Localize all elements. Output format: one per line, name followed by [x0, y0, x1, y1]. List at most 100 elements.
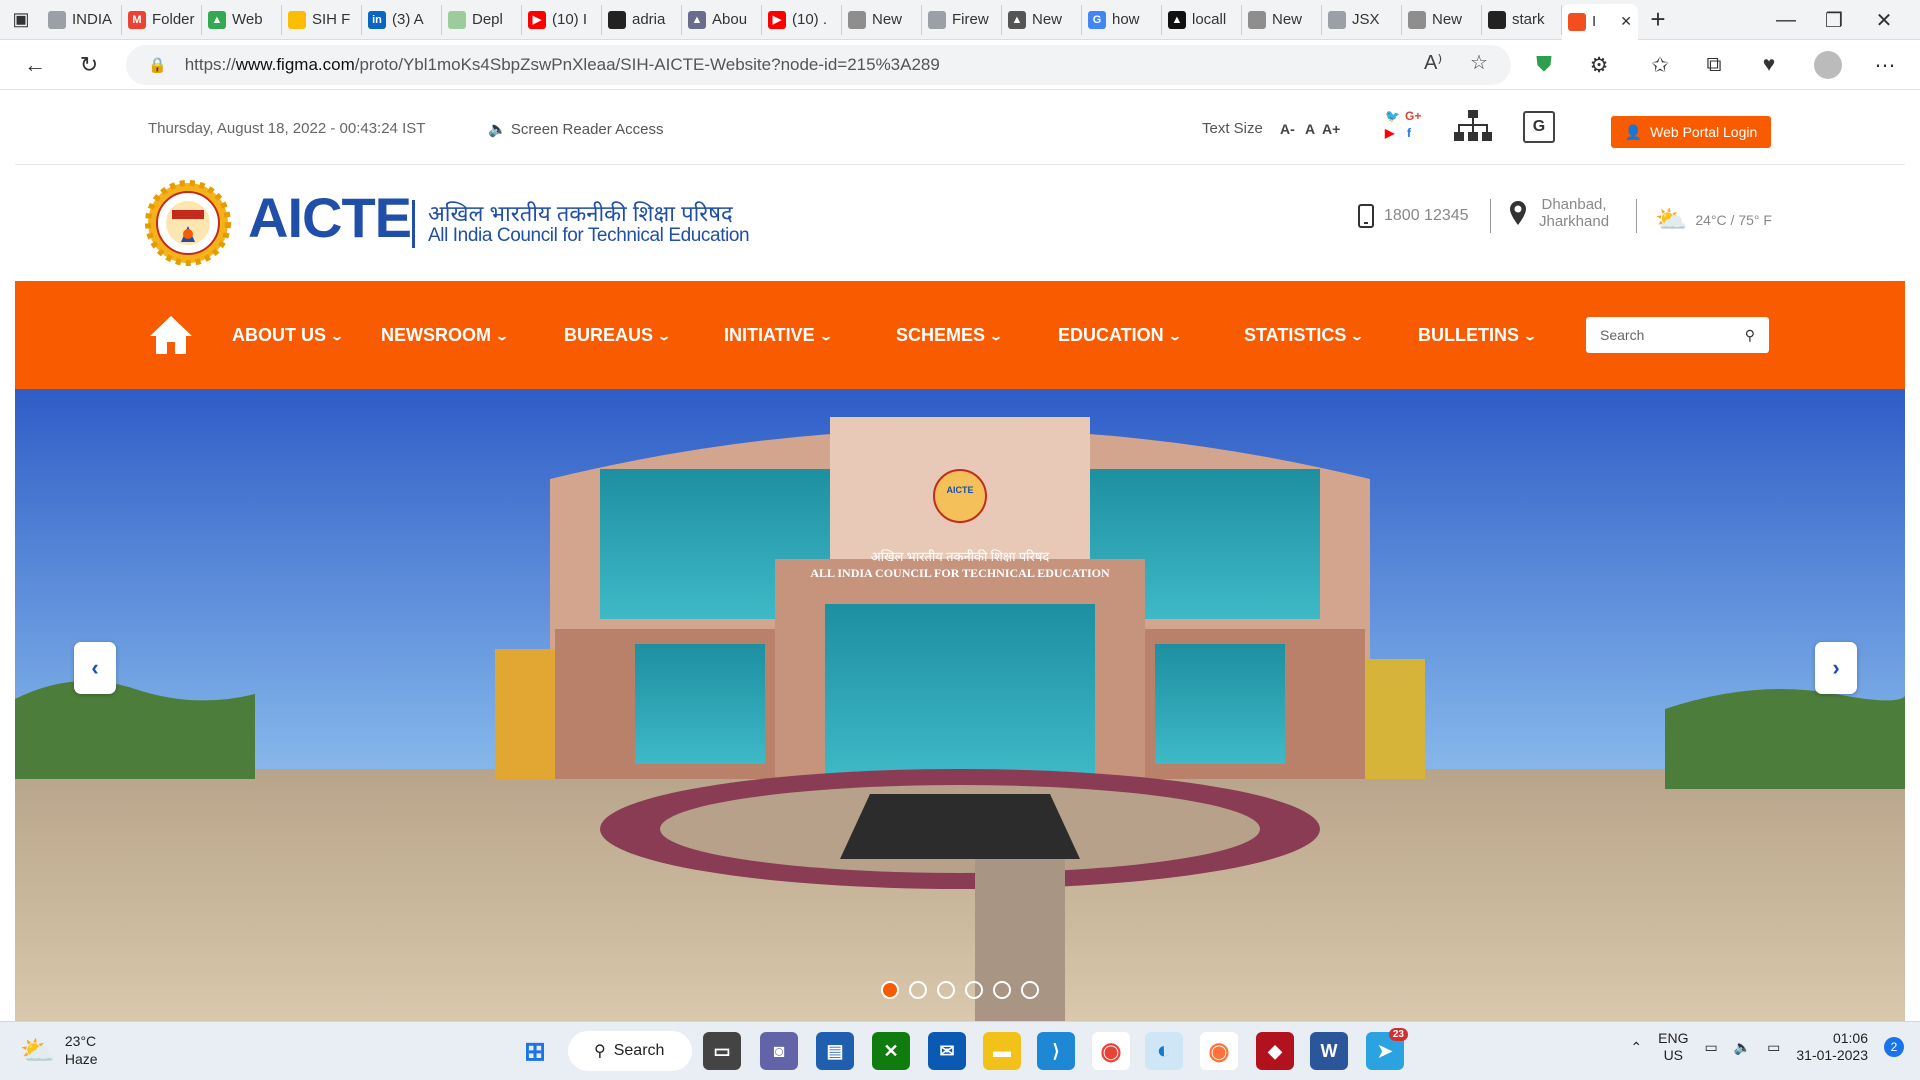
language-indicator[interactable]: ENG US [1658, 1030, 1688, 1064]
read-aloud-icon[interactable]: A⁾ [1424, 50, 1442, 75]
browser-tab[interactable]: ▲ locall [1162, 4, 1242, 35]
edge-icon[interactable]: ◐ [1145, 1032, 1183, 1070]
shield-extension-icon[interactable]: ⛊ [1527, 48, 1561, 82]
nav-about-us[interactable]: ABOUT US ⌄ [232, 325, 345, 346]
tab-favicon-icon [848, 10, 866, 29]
word-icon[interactable]: W [1310, 1032, 1348, 1070]
web-portal-login-button[interactable]: 👤 Web Portal Login [1611, 116, 1771, 148]
browser-tab[interactable]: New [1402, 4, 1482, 35]
close-tab-icon[interactable]: ✕ [1620, 13, 1632, 30]
teams-chat-icon[interactable]: ◙ [760, 1032, 798, 1070]
browser-tab[interactable]: adria [602, 4, 682, 35]
nav-bulletins[interactable]: BULLETINS ⌄ [1418, 325, 1538, 346]
google-plus-icon[interactable]: G+ [1405, 109, 1421, 123]
aicte-logo[interactable] [145, 180, 231, 266]
mail-icon[interactable]: ✉ [928, 1032, 966, 1070]
screen-reader-link[interactable]: 🔈 Screen Reader Access [488, 120, 663, 138]
store-icon[interactable]: ▤ [816, 1032, 854, 1070]
xbox-icon[interactable]: ✕ [872, 1032, 910, 1070]
nav-newsroom[interactable]: NEWSROOM ⌄ [381, 325, 510, 346]
add-favorite-icon[interactable]: ☆ [1470, 50, 1488, 75]
text-size-decrease[interactable]: A- [1280, 121, 1295, 137]
close-window-button[interactable]: ✕ [1856, 0, 1912, 40]
browser-tab[interactable]: in (3) A [362, 4, 442, 35]
hero-sign-hindi: अखिल भारतीय तकनीकी शिक्षा परिषद [871, 549, 1051, 564]
home-icon[interactable] [148, 314, 194, 356]
taskbar-search[interactable]: ⚲ Search [568, 1031, 692, 1071]
favorites-icon[interactable]: ✩ [1643, 48, 1677, 82]
notification-badge[interactable]: 2 [1884, 1037, 1904, 1057]
browser-tab[interactable]: stark [1482, 4, 1562, 35]
nav-schemes[interactable]: SCHEMES ⌄ [896, 325, 1004, 346]
carousel-dot[interactable] [965, 981, 983, 999]
tab-favicon-icon: ▲ [208, 10, 226, 29]
carousel-dot[interactable] [909, 981, 927, 999]
sitemap-icon[interactable] [1453, 109, 1493, 143]
browser-tab[interactable]: M Folder [122, 4, 202, 35]
nav-bureaus[interactable]: BUREAUS ⌄ [564, 325, 672, 346]
social-icons[interactable]: 🐦 G+ ▶ f [1385, 109, 1425, 143]
tab-favicon-icon [608, 10, 626, 29]
file-explorer-icon[interactable]: ▬ [983, 1032, 1021, 1070]
browser-tab[interactable]: New [1242, 4, 1322, 35]
reload-button[interactable]: ↻ [64, 40, 114, 90]
helpline[interactable]: 1800 12345 [1358, 204, 1469, 228]
translate-icon[interactable]: G [1523, 111, 1555, 143]
carousel-next-button[interactable]: › [1815, 642, 1857, 694]
profile-avatar[interactable] [1811, 48, 1845, 82]
nav-education[interactable]: EDUCATION ⌄ [1058, 325, 1182, 346]
task-view-icon[interactable]: ▭ [703, 1032, 741, 1070]
browser-tab[interactable]: Depl [442, 4, 522, 35]
text-size-normal[interactable]: A [1305, 121, 1315, 137]
url-field[interactable]: 🔒 https://www.figma.com/proto/Ybl1moKs4S… [126, 45, 1511, 85]
browser-tab[interactable]: ▶ (10) . [762, 4, 842, 35]
vscode-icon[interactable]: ⟩ [1037, 1032, 1075, 1070]
carousel-dot[interactable] [937, 981, 955, 999]
performance-icon[interactable]: ♥ [1752, 48, 1786, 82]
tab-actions-icon[interactable]: ▣ [0, 0, 42, 40]
nav-initiative[interactable]: INITIATIVE ⌄ [724, 325, 833, 346]
facebook-icon[interactable]: f [1407, 126, 1411, 140]
telegram-icon[interactable]: ➤ 23 [1366, 1028, 1408, 1070]
chevron-up-icon[interactable]: ⌃ [1630, 1039, 1642, 1056]
carousel-dot[interactable] [993, 981, 1011, 999]
carousel-prev-button[interactable]: ‹ [74, 642, 116, 694]
chrome-icon[interactable]: ◉ [1092, 1032, 1130, 1070]
text-size-increase[interactable]: A+ [1322, 121, 1340, 137]
more-menu-icon[interactable]: ⋯ [1868, 48, 1902, 82]
browser-tab[interactable]: ▲ New [1002, 4, 1082, 35]
restore-button[interactable]: ❐ [1806, 0, 1862, 40]
new-tab-button[interactable]: + [1638, 4, 1678, 35]
back-button[interactable]: ← [10, 40, 60, 90]
clock[interactable]: 01:06 31-01-2023 [1796, 1030, 1868, 1064]
carousel-dot[interactable] [881, 981, 899, 999]
browser-tab[interactable]: ▲ Web [202, 4, 282, 35]
search-input[interactable]: Search ⚲ [1586, 317, 1769, 353]
firefox-icon[interactable]: ◉ [1200, 1032, 1238, 1070]
chevron-down-icon: ⌄ [494, 328, 510, 343]
carousel-dot[interactable] [1021, 981, 1039, 999]
browser-tab[interactable]: ▲ Abou [682, 4, 762, 35]
browser-tab[interactable]: New [842, 4, 922, 35]
twitter-icon[interactable]: 🐦 [1385, 109, 1400, 123]
browser-tab[interactable]: Firew [922, 4, 1002, 35]
collections-icon[interactable]: ⧉ [1697, 48, 1731, 82]
volume-icon[interactable]: 🔈 [1734, 1039, 1751, 1056]
browser-tab[interactable]: INDIA [42, 4, 122, 35]
search-icon[interactable]: ⚲ [1745, 327, 1755, 344]
youtube-icon[interactable]: ▶ [1385, 126, 1394, 140]
brand-name[interactable]: AICTE [248, 185, 412, 250]
browser-tab[interactable]: Ghow [1082, 4, 1162, 35]
extensions-icon[interactable]: ⚙ [1582, 48, 1616, 82]
display-icon[interactable]: ▭ [1704, 1039, 1717, 1056]
browser-tab[interactable]: ▶ (10) I [522, 4, 602, 35]
browser-tab[interactable]: JSX [1322, 4, 1402, 35]
nav-statistics[interactable]: STATISTICS ⌄ [1244, 325, 1365, 346]
browser-tab[interactable]: SIH F [282, 4, 362, 35]
start-icon[interactable]: ⊞ [516, 1032, 554, 1070]
tab-active[interactable]: I ✕ [1562, 3, 1638, 40]
battery-icon[interactable]: ▭ [1767, 1039, 1780, 1056]
game-icon[interactable]: ◆ [1256, 1032, 1294, 1070]
weather-widget[interactable]: ⛅ 23°C Haze [20, 1032, 98, 1068]
tab-favicon-icon: ▲ [1168, 10, 1186, 29]
